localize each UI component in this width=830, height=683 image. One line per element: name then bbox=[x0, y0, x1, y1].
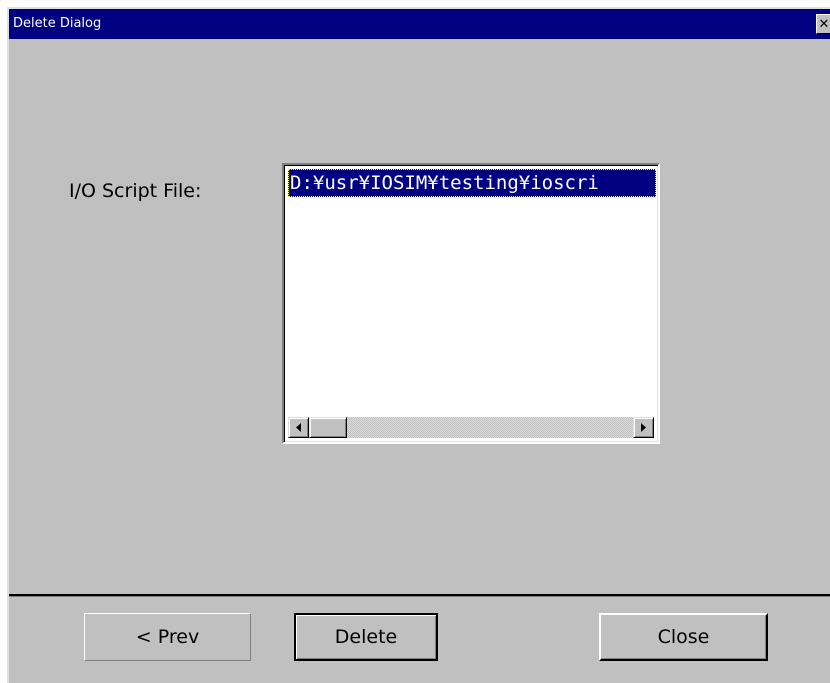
delete-button[interactable]: Delete bbox=[294, 613, 438, 661]
scroll-thumb[interactable] bbox=[309, 417, 347, 438]
horizontal-scrollbar[interactable] bbox=[288, 417, 654, 438]
button-separator bbox=[9, 594, 830, 597]
delete-dialog-window: Delete Dialog ✕ I/O Script File: D:¥usr¥… bbox=[7, 7, 830, 683]
arrow-left-icon bbox=[295, 423, 301, 432]
title-bar[interactable]: Delete Dialog ✕ bbox=[9, 9, 830, 39]
window-title: Delete Dialog bbox=[13, 16, 102, 31]
arrow-right-icon bbox=[640, 423, 646, 432]
io-script-file-listbox[interactable]: D:¥usr¥IOSIM¥testing¥ioscri bbox=[282, 163, 660, 444]
prev-button[interactable]: < Prev bbox=[84, 613, 251, 661]
scroll-left-button[interactable] bbox=[288, 417, 309, 438]
io-script-file-label: I/O Script File: bbox=[69, 180, 202, 202]
list-item-selected[interactable]: D:¥usr¥IOSIM¥testing¥ioscri bbox=[288, 169, 656, 197]
scroll-right-button[interactable] bbox=[633, 417, 654, 438]
close-button[interactable]: Close bbox=[599, 613, 768, 661]
close-window-button[interactable]: ✕ bbox=[816, 14, 830, 34]
close-icon: ✕ bbox=[818, 16, 830, 32]
